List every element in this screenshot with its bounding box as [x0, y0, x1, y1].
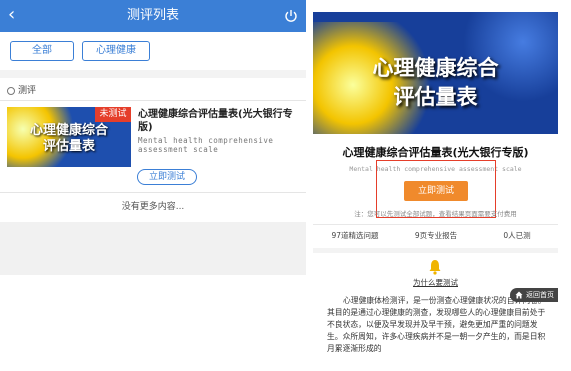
divider	[313, 224, 558, 225]
power-icon[interactable]	[284, 9, 298, 23]
circle-icon	[7, 87, 15, 95]
untested-badge: 未测试	[95, 107, 131, 122]
test-item-title[interactable]: 心理健康综合评估量表(光大银行专版)	[138, 108, 298, 134]
test-thumbnail[interactable]: 心理健康综合 评估量表 未测试	[7, 107, 131, 167]
payment-note: 注：您可以先测试全部试题，查看结果页面需要支付费用	[354, 210, 517, 218]
home-icon	[515, 291, 523, 299]
start-test-button[interactable]: 立即测试	[404, 181, 468, 201]
bell-icon	[429, 260, 441, 275]
divider	[0, 192, 306, 193]
filter-mental-health-button[interactable]: 心理健康	[82, 41, 150, 61]
separator	[0, 70, 306, 78]
thumbnail-title-line2: 评估量表	[42, 139, 95, 154]
description-paragraph: 心理健康体检测评，是一份测查心理健康状况的自评问卷。其目的是通过心理健康的测查，…	[327, 296, 546, 353]
home-button-label: 返回首页	[526, 291, 554, 299]
detail-title: 心理健康综合评估量表(光大银行专版)	[342, 146, 529, 159]
back-to-home-button[interactable]: 返回首页	[510, 288, 558, 302]
no-more-content-text: 没有更多内容...	[121, 202, 185, 212]
start-test-button[interactable]: 立即测试	[137, 169, 197, 185]
divider	[0, 100, 306, 101]
stat-tested-count: 0人已测	[503, 231, 531, 240]
hero-title-line2: 评估量表	[393, 85, 478, 109]
stat-report-pages: 9页专业报告	[414, 231, 458, 240]
section-label: 测评	[18, 86, 37, 96]
test-list-panel: ‹ 测评列表 全部 心理健康 测评 心理健康综合 评估量表 未测试 心理健康综合…	[0, 0, 306, 275]
hero-title-line1: 心理健康综合	[372, 56, 499, 80]
test-item-description: Mental health comprehensive assessment s…	[138, 136, 274, 154]
section-header: 测评	[0, 84, 306, 98]
hero-banner: 心理健康综合 评估量表	[313, 12, 558, 134]
separator	[313, 248, 558, 253]
stat-questions: 97道精选问题	[331, 231, 379, 240]
test-detail-panel: 心理健康综合 评估量表 心理健康综合评估量表(光大银行专版) Mental he…	[313, 0, 558, 371]
thumbnail-title-line1: 心理健康综合	[29, 123, 108, 138]
page-title: 测评列表	[126, 8, 179, 23]
empty-area	[0, 222, 306, 275]
filter-all-button[interactable]: 全部	[10, 41, 74, 61]
